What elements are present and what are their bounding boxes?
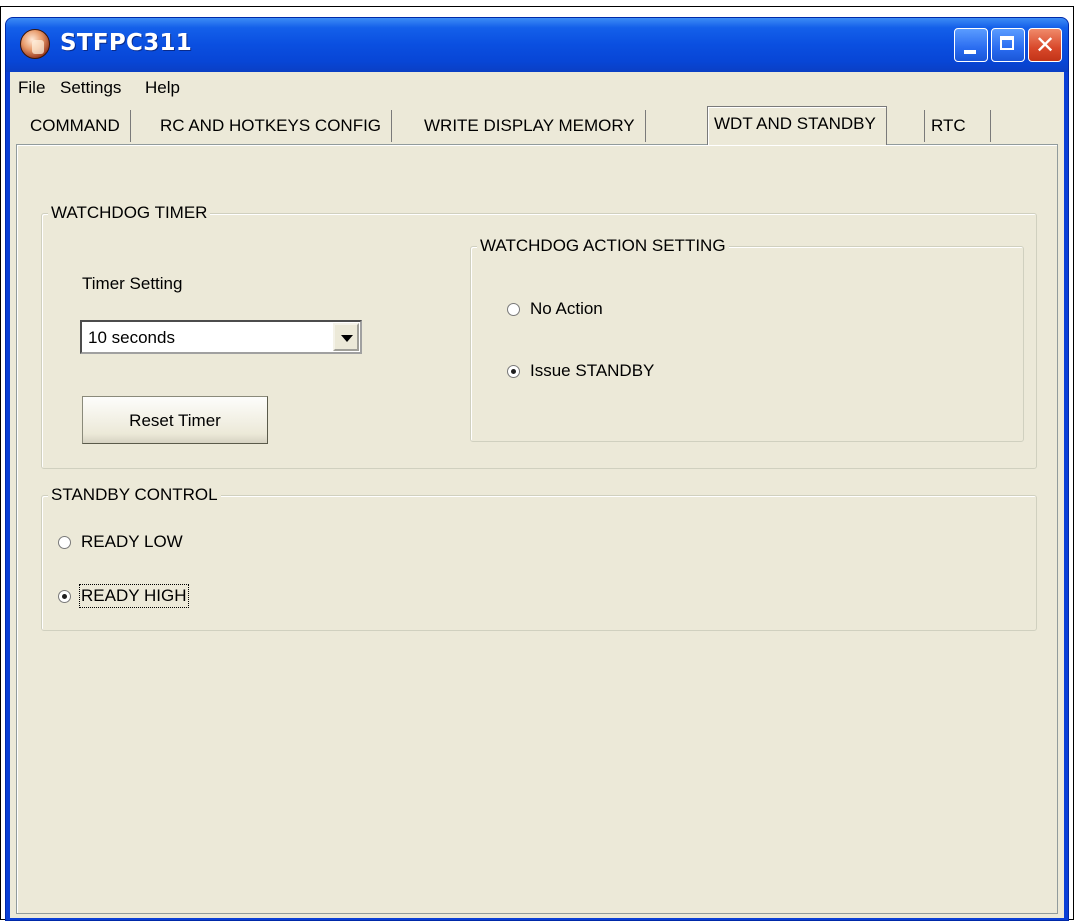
radio-ready-high-label: READY HIGH	[79, 584, 189, 608]
standby-control-group-label: STANDBY CONTROL	[48, 485, 221, 505]
radio-button-icon[interactable]	[58, 535, 71, 549]
menu-file[interactable]: File	[18, 78, 45, 98]
tab-wdt-and-standby[interactable]: WDT AND STANDBY	[707, 106, 887, 145]
app-icon[interactable]	[20, 29, 50, 59]
watchdog-timer-group-label: WATCHDOG TIMER	[48, 203, 211, 223]
radio-ready-low-label: READY LOW	[81, 532, 183, 551]
timer-setting-select[interactable]: 10 seconds	[80, 320, 362, 354]
menu-settings[interactable]: Settings	[60, 78, 121, 98]
app-window: STFPC311 ✕ File Settings Help COMMAND RC…	[5, 17, 1069, 921]
close-icon[interactable]: ✕	[1028, 28, 1062, 62]
tab-panel-wdt-and-standby: WATCHDOG TIMER Timer Setting 10 seconds …	[16, 144, 1058, 914]
title-bar[interactable]: STFPC311 ✕	[6, 18, 1068, 72]
radio-issue-standby[interactable]: Issue STANDBY	[507, 361, 654, 381]
minimize-icon[interactable]	[954, 28, 988, 62]
tab-rc-hotkeys-config[interactable]: RC AND HOTKEYS CONFIG	[154, 110, 393, 142]
radio-button-icon[interactable]	[507, 302, 520, 316]
menu-help[interactable]: Help	[145, 78, 180, 98]
window-title: STFPC311	[60, 30, 193, 56]
screenshot-frame: STFPC311 ✕ File Settings Help COMMAND RC…	[0, 6, 1074, 921]
radio-button-selected-icon[interactable]	[507, 364, 520, 378]
tab-write-display-memory[interactable]: WRITE DISPLAY MEMORY	[418, 110, 646, 142]
radio-button-selected-icon[interactable]	[58, 589, 71, 603]
window-client: File Settings Help COMMAND RC AND HOTKEY…	[10, 72, 1064, 918]
watchdog-action-group: WATCHDOG ACTION SETTING No Action Issue …	[470, 236, 1024, 442]
tab-rtc[interactable]: RTC	[924, 110, 991, 142]
maximize-icon[interactable]	[991, 28, 1025, 62]
chevron-down-icon[interactable]	[333, 323, 359, 351]
radio-no-action[interactable]: No Action	[507, 299, 603, 319]
timer-setting-label: Timer Setting	[82, 274, 183, 293]
tab-command[interactable]: COMMAND	[24, 110, 131, 142]
watchdog-action-group-label: WATCHDOG ACTION SETTING	[477, 236, 729, 256]
timer-setting-value: 10 seconds	[88, 328, 175, 347]
reset-timer-button[interactable]: Reset Timer	[82, 396, 268, 444]
tab-strip: COMMAND RC AND HOTKEYS CONFIG WRITE DISP…	[18, 106, 1058, 146]
radio-ready-low[interactable]: READY LOW	[58, 532, 183, 552]
radio-issue-standby-label: Issue STANDBY	[530, 361, 655, 380]
watchdog-timer-group: WATCHDOG TIMER Timer Setting 10 seconds …	[41, 203, 1037, 469]
radio-ready-high[interactable]: READY HIGH	[58, 584, 189, 608]
standby-control-group: STANDBY CONTROL READY LOW READY HIGH	[41, 485, 1037, 631]
radio-no-action-label: No Action	[530, 299, 603, 318]
menu-bar: File Settings Help	[10, 72, 1064, 102]
